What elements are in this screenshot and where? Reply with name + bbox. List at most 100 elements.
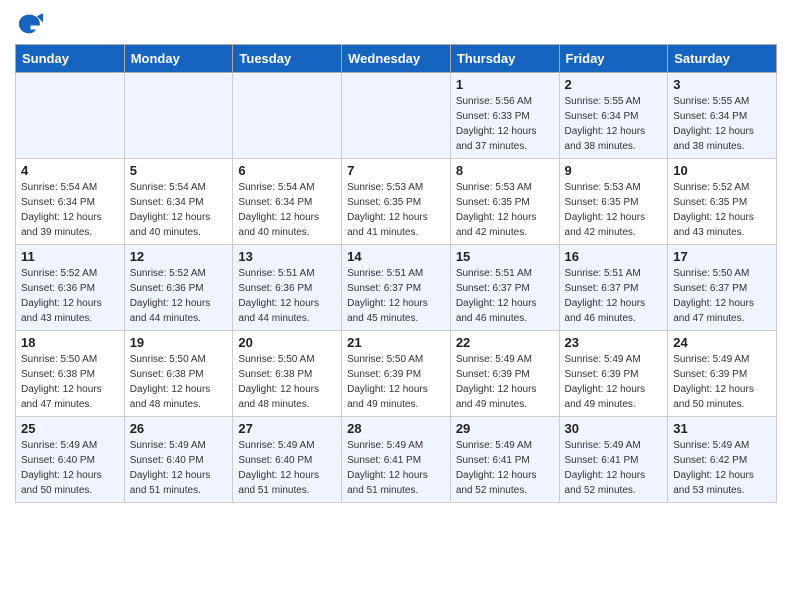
calendar-cell	[16, 73, 125, 159]
day-number: 21	[347, 335, 445, 350]
day-number: 25	[21, 421, 119, 436]
day-info: Sunrise: 5:49 AMSunset: 6:39 PMDaylight:…	[456, 352, 554, 412]
day-info: Sunrise: 5:54 AMSunset: 6:34 PMDaylight:…	[130, 180, 228, 240]
calendar-cell: 11 Sunrise: 5:52 AMSunset: 6:36 PMDayligh…	[16, 245, 125, 331]
page-container: SundayMondayTuesdayWednesdayThursdayFrid…	[0, 0, 792, 513]
day-number: 2	[565, 77, 663, 92]
weekday-header-thursday: Thursday	[450, 45, 559, 73]
calendar-week-2: 4 Sunrise: 5:54 AMSunset: 6:34 PMDaylight…	[16, 159, 777, 245]
calendar-table: SundayMondayTuesdayWednesdayThursdayFrid…	[15, 44, 777, 503]
day-number: 7	[347, 163, 445, 178]
day-number: 22	[456, 335, 554, 350]
calendar-cell: 27 Sunrise: 5:49 AMSunset: 6:40 PMDayligh…	[233, 417, 342, 503]
day-number: 24	[673, 335, 771, 350]
calendar-cell: 4 Sunrise: 5:54 AMSunset: 6:34 PMDaylight…	[16, 159, 125, 245]
weekday-header-monday: Monday	[124, 45, 233, 73]
day-info: Sunrise: 5:53 AMSunset: 6:35 PMDaylight:…	[565, 180, 663, 240]
day-info: Sunrise: 5:54 AMSunset: 6:34 PMDaylight:…	[238, 180, 336, 240]
logo	[15, 10, 47, 38]
day-info: Sunrise: 5:50 AMSunset: 6:38 PMDaylight:…	[21, 352, 119, 412]
day-info: Sunrise: 5:50 AMSunset: 6:38 PMDaylight:…	[238, 352, 336, 412]
day-info: Sunrise: 5:49 AMSunset: 6:41 PMDaylight:…	[565, 438, 663, 498]
day-number: 30	[565, 421, 663, 436]
calendar-cell: 29 Sunrise: 5:49 AMSunset: 6:41 PMDayligh…	[450, 417, 559, 503]
calendar-cell: 13 Sunrise: 5:51 AMSunset: 6:36 PMDayligh…	[233, 245, 342, 331]
calendar-cell	[342, 73, 451, 159]
day-number: 6	[238, 163, 336, 178]
day-number: 19	[130, 335, 228, 350]
calendar-cell: 24 Sunrise: 5:49 AMSunset: 6:39 PMDayligh…	[668, 331, 777, 417]
day-info: Sunrise: 5:50 AMSunset: 6:38 PMDaylight:…	[130, 352, 228, 412]
day-info: Sunrise: 5:51 AMSunset: 6:36 PMDaylight:…	[238, 266, 336, 326]
day-number: 18	[21, 335, 119, 350]
day-info: Sunrise: 5:55 AMSunset: 6:34 PMDaylight:…	[565, 94, 663, 154]
day-info: Sunrise: 5:52 AMSunset: 6:35 PMDaylight:…	[673, 180, 771, 240]
day-number: 9	[565, 163, 663, 178]
calendar-cell	[233, 73, 342, 159]
day-number: 11	[21, 249, 119, 264]
day-info: Sunrise: 5:53 AMSunset: 6:35 PMDaylight:…	[347, 180, 445, 240]
day-number: 28	[347, 421, 445, 436]
day-info: Sunrise: 5:54 AMSunset: 6:34 PMDaylight:…	[21, 180, 119, 240]
day-info: Sunrise: 5:49 AMSunset: 6:41 PMDaylight:…	[456, 438, 554, 498]
calendar-cell: 3 Sunrise: 5:55 AMSunset: 6:34 PMDaylight…	[668, 73, 777, 159]
day-info: Sunrise: 5:50 AMSunset: 6:37 PMDaylight:…	[673, 266, 771, 326]
day-number: 15	[456, 249, 554, 264]
calendar-cell: 18 Sunrise: 5:50 AMSunset: 6:38 PMDayligh…	[16, 331, 125, 417]
calendar-cell: 30 Sunrise: 5:49 AMSunset: 6:41 PMDayligh…	[559, 417, 668, 503]
day-info: Sunrise: 5:50 AMSunset: 6:39 PMDaylight:…	[347, 352, 445, 412]
calendar-cell: 14 Sunrise: 5:51 AMSunset: 6:37 PMDayligh…	[342, 245, 451, 331]
calendar-cell: 10 Sunrise: 5:52 AMSunset: 6:35 PMDayligh…	[668, 159, 777, 245]
calendar-cell: 16Sunrise: 5:51 AMSunset: 6:37 PMDayligh…	[559, 245, 668, 331]
day-number: 10	[673, 163, 771, 178]
calendar-cell: 12 Sunrise: 5:52 AMSunset: 6:36 PMDayligh…	[124, 245, 233, 331]
calendar-header-row: SundayMondayTuesdayWednesdayThursdayFrid…	[16, 45, 777, 73]
calendar-cell: 22 Sunrise: 5:49 AMSunset: 6:39 PMDayligh…	[450, 331, 559, 417]
page-header	[15, 10, 777, 38]
day-info: Sunrise: 5:49 AMSunset: 6:39 PMDaylight:…	[565, 352, 663, 412]
day-info: Sunrise: 5:51 AMSunset: 6:37 PMDaylight:…	[347, 266, 445, 326]
calendar-cell: 17Sunrise: 5:50 AMSunset: 6:37 PMDayligh…	[668, 245, 777, 331]
calendar-week-1: 1 Sunrise: 5:56 AMSunset: 6:33 PMDaylight…	[16, 73, 777, 159]
calendar-week-4: 18 Sunrise: 5:50 AMSunset: 6:38 PMDayligh…	[16, 331, 777, 417]
weekday-header-saturday: Saturday	[668, 45, 777, 73]
day-number: 29	[456, 421, 554, 436]
day-number: 5	[130, 163, 228, 178]
calendar-cell: 7 Sunrise: 5:53 AMSunset: 6:35 PMDaylight…	[342, 159, 451, 245]
day-number: 4	[21, 163, 119, 178]
day-number: 14	[347, 249, 445, 264]
calendar-cell: 1 Sunrise: 5:56 AMSunset: 6:33 PMDaylight…	[450, 73, 559, 159]
day-info: Sunrise: 5:52 AMSunset: 6:36 PMDaylight:…	[21, 266, 119, 326]
calendar-cell: 23 Sunrise: 5:49 AMSunset: 6:39 PMDayligh…	[559, 331, 668, 417]
logo-icon	[15, 10, 43, 38]
day-number: 3	[673, 77, 771, 92]
calendar-cell: 20Sunrise: 5:50 AMSunset: 6:38 PMDayligh…	[233, 331, 342, 417]
day-info: Sunrise: 5:55 AMSunset: 6:34 PMDaylight:…	[673, 94, 771, 154]
calendar-cell: 2 Sunrise: 5:55 AMSunset: 6:34 PMDaylight…	[559, 73, 668, 159]
day-number: 12	[130, 249, 228, 264]
day-info: Sunrise: 5:49 AMSunset: 6:40 PMDaylight:…	[238, 438, 336, 498]
day-number: 31	[673, 421, 771, 436]
day-number: 26	[130, 421, 228, 436]
calendar-cell: 21 Sunrise: 5:50 AMSunset: 6:39 PMDayligh…	[342, 331, 451, 417]
day-info: Sunrise: 5:52 AMSunset: 6:36 PMDaylight:…	[130, 266, 228, 326]
calendar-cell: 25Sunrise: 5:49 AMSunset: 6:40 PMDayligh…	[16, 417, 125, 503]
calendar-week-3: 11 Sunrise: 5:52 AMSunset: 6:36 PMDayligh…	[16, 245, 777, 331]
day-number: 27	[238, 421, 336, 436]
day-info: Sunrise: 5:49 AMSunset: 6:39 PMDaylight:…	[673, 352, 771, 412]
calendar-cell: 31Sunrise: 5:49 AMSunset: 6:42 PMDayligh…	[668, 417, 777, 503]
day-info: Sunrise: 5:49 AMSunset: 6:41 PMDaylight:…	[347, 438, 445, 498]
calendar-cell: 8Sunrise: 5:53 AMSunset: 6:35 PMDaylight…	[450, 159, 559, 245]
day-number: 13	[238, 249, 336, 264]
calendar-cell: 19 Sunrise: 5:50 AMSunset: 6:38 PMDayligh…	[124, 331, 233, 417]
calendar-cell: 15Sunrise: 5:51 AMSunset: 6:37 PMDayligh…	[450, 245, 559, 331]
day-info: Sunrise: 5:56 AMSunset: 6:33 PMDaylight:…	[456, 94, 554, 154]
weekday-header-sunday: Sunday	[16, 45, 125, 73]
day-number: 23	[565, 335, 663, 350]
day-number: 1	[456, 77, 554, 92]
weekday-header-wednesday: Wednesday	[342, 45, 451, 73]
weekday-header-tuesday: Tuesday	[233, 45, 342, 73]
calendar-cell: 28 Sunrise: 5:49 AMSunset: 6:41 PMDayligh…	[342, 417, 451, 503]
day-info: Sunrise: 5:51 AMSunset: 6:37 PMDaylight:…	[565, 266, 663, 326]
calendar-cell	[124, 73, 233, 159]
